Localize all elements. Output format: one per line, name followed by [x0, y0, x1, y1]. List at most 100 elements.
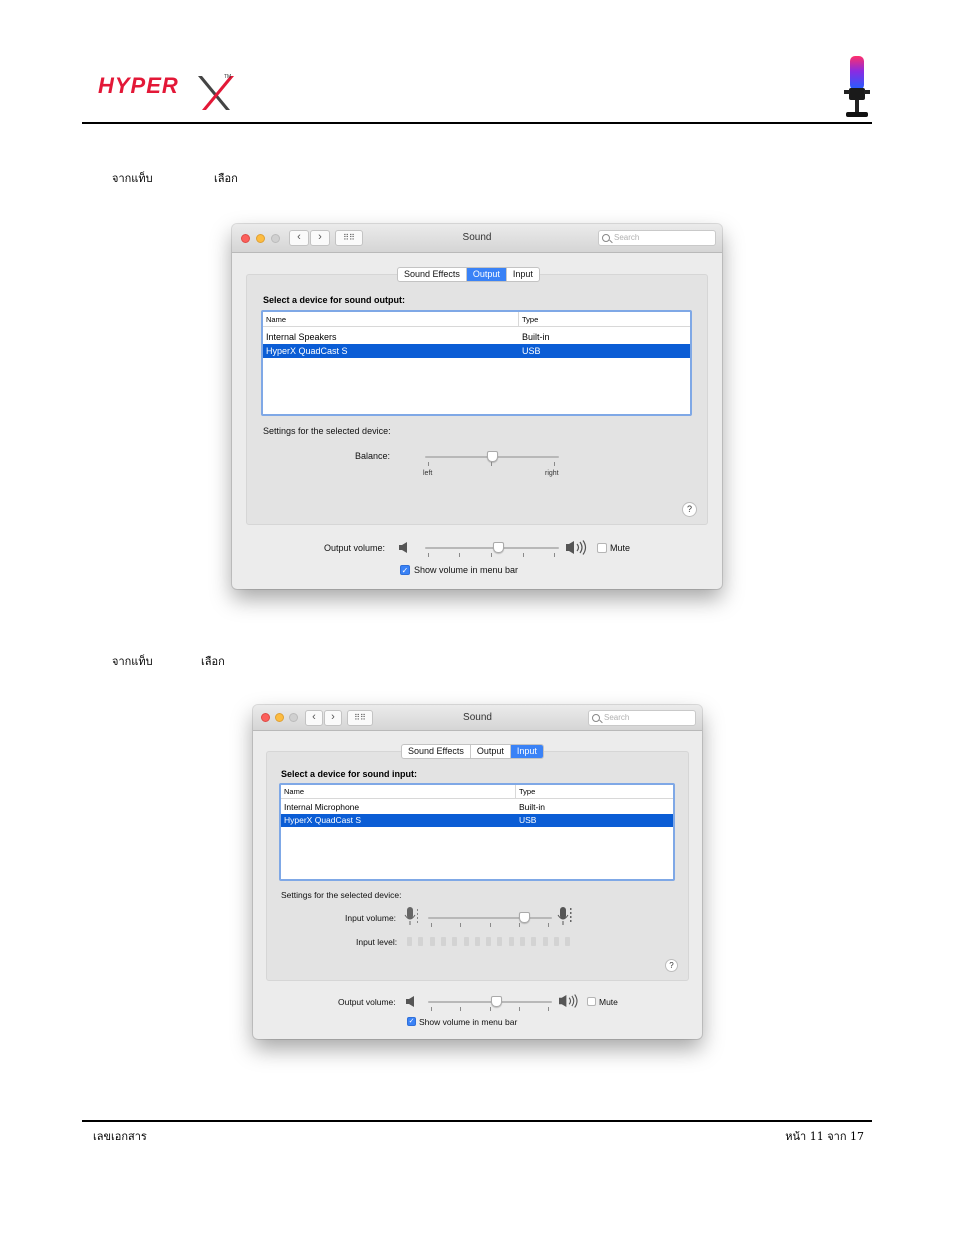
instruction-prefix: จากแท็บ: [112, 655, 153, 668]
input-level-segment: [565, 937, 571, 946]
volume-tick: [554, 553, 555, 557]
table-row-selected[interactable]: HyperX QuadCast S USB: [263, 344, 690, 358]
search-field[interactable]: Search: [588, 710, 696, 726]
input-volume-label: Input volume:: [345, 913, 397, 923]
input-level-segment: [418, 937, 424, 946]
checkmark-icon: ✓: [408, 1018, 415, 1025]
balance-tick: [554, 462, 555, 466]
table-row-selected[interactable]: HyperX QuadCast S USB: [281, 814, 673, 827]
balance-slider-thumb[interactable]: [486, 451, 498, 462]
device-table[interactable]: Name Type Internal Microphone Built-in H…: [279, 783, 675, 881]
input-volume-slider-thumb[interactable]: [519, 912, 531, 923]
tab-output[interactable]: Output: [466, 268, 507, 281]
title-bar[interactable]: ‹ › ⠿⠿ Sound Search: [232, 224, 722, 253]
page-number: หน้า 11 จาก 17: [785, 1130, 864, 1143]
volume-tick: [490, 923, 491, 927]
select-device-label: Select a device for sound input:: [281, 769, 418, 779]
input-level-segment: [497, 937, 503, 946]
input-level-segment: [486, 937, 492, 946]
device-name: HyperX QuadCast S: [284, 815, 362, 825]
volume-tick: [459, 553, 460, 557]
device-type: Built-in: [522, 332, 550, 342]
table-header: Name Type: [281, 785, 673, 799]
sound-preferences-window-output: ‹ › ⠿⠿ Sound Search Sound Effects Output…: [232, 224, 722, 589]
table-row[interactable]: Internal Microphone Built-in: [281, 801, 673, 814]
output-volume-slider-thumb[interactable]: [490, 996, 502, 1007]
column-header-type[interactable]: Type: [519, 787, 535, 796]
speaker-high-icon: [559, 994, 578, 1008]
output-volume-slider-thumb[interactable]: [493, 542, 505, 553]
input-volume-slider-track[interactable]: [428, 917, 552, 919]
output-volume-slider-track[interactable]: [425, 547, 559, 549]
instruction-prefix: จากแท็บ: [112, 172, 153, 185]
header-rule: [82, 122, 872, 124]
input-level-segment: [440, 937, 446, 946]
search-field[interactable]: Search: [598, 230, 716, 246]
volume-tick: [431, 923, 432, 927]
column-header-name[interactable]: Name: [284, 787, 304, 796]
sound-preferences-window-input: ‹ › ⠿⠿ Sound Search Sound Effects Output…: [253, 705, 702, 1039]
show-volume-label: Show volume in menu bar: [419, 1017, 518, 1027]
device-type: USB: [522, 346, 541, 356]
show-volume-checkbox[interactable]: ✓: [407, 1017, 416, 1026]
microphone-low-icon: [404, 907, 418, 925]
column-header-name[interactable]: Name: [266, 315, 286, 324]
device-name: Internal Microphone: [284, 802, 360, 812]
input-level-segment: [531, 937, 537, 946]
column-divider: [515, 785, 516, 799]
input-level-segment: [463, 937, 469, 946]
svg-text:TM: TM: [224, 74, 231, 80]
volume-tick: [519, 1007, 520, 1011]
show-volume-label: Show volume in menu bar: [414, 565, 519, 575]
input-level-segment: [508, 937, 514, 946]
volume-tick: [428, 553, 429, 557]
mute-label: Mute: [610, 543, 631, 553]
input-level-segment: [474, 937, 480, 946]
search-placeholder: Search: [604, 713, 630, 722]
balance-label: Balance:: [355, 451, 391, 461]
table-row[interactable]: Internal Speakers Built-in: [263, 330, 690, 344]
column-divider: [518, 312, 519, 327]
speaker-high-icon: [566, 540, 587, 555]
input-level-segment: [429, 937, 435, 946]
mute-label: Mute: [599, 997, 618, 1007]
speaker-low-icon: [399, 542, 407, 553]
volume-tick: [523, 553, 524, 557]
quadcast-microphone-image: [844, 56, 870, 117]
device-name: Internal Speakers: [266, 332, 337, 342]
tab-input[interactable]: Input: [507, 268, 539, 281]
volume-tick: [491, 553, 492, 557]
tab-input[interactable]: Input: [510, 745, 543, 758]
tab-sound-effects[interactable]: Sound Effects: [398, 268, 467, 281]
device-table[interactable]: Name Type Internal Speakers Built-in Hyp…: [261, 310, 692, 416]
document-number-label: เลขเอกสาร: [93, 1130, 147, 1143]
instruction-suffix: เลือก: [214, 172, 238, 185]
tab-bar: Sound Effects Output Input: [401, 744, 544, 759]
output-volume-label: Output volume:: [338, 997, 396, 1007]
volume-tick: [490, 1007, 491, 1011]
balance-tick: [428, 462, 429, 466]
show-volume-checkbox[interactable]: ✓: [400, 565, 410, 575]
device-name: HyperX QuadCast S: [266, 346, 348, 356]
input-level-segment: [520, 937, 525, 946]
mute-checkbox[interactable]: [587, 997, 596, 1006]
volume-tick: [460, 923, 461, 927]
table-header: Name Type: [263, 312, 690, 327]
footer-rule: [82, 1120, 872, 1122]
input-level-segment: [542, 937, 548, 946]
hyperx-logo: HYPER TM: [98, 73, 234, 110]
column-header-type[interactable]: Type: [522, 315, 538, 324]
tab-sound-effects[interactable]: Sound Effects: [402, 745, 471, 758]
speaker-low-icon: [406, 996, 414, 1007]
settings-label: Settings for the selected device:: [281, 890, 402, 900]
help-button[interactable]: ?: [682, 502, 697, 517]
search-icon: [602, 234, 610, 242]
device-type: Built-in: [519, 802, 545, 812]
title-bar[interactable]: ‹ › ⠿⠿ Sound Search: [253, 705, 702, 731]
instruction-suffix: เลือก: [201, 655, 225, 668]
mute-checkbox[interactable]: [597, 543, 607, 553]
tab-output[interactable]: Output: [471, 745, 511, 758]
volume-tick: [548, 1007, 549, 1011]
settings-label: Settings for the selected device:: [263, 426, 391, 436]
help-button[interactable]: ?: [665, 959, 678, 972]
